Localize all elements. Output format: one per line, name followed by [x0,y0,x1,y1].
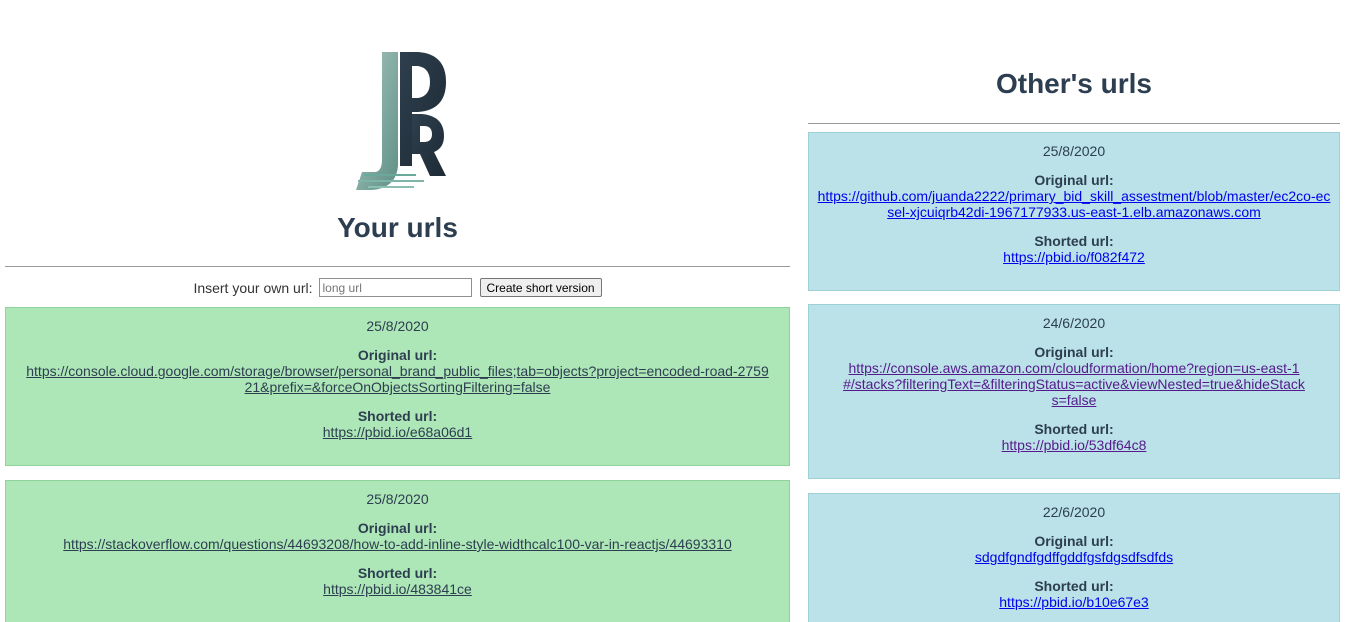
short-url-link[interactable]: https://pbid.io/f082f472 [809,249,1339,265]
other-url-card: 24/6/2020 Original url: https://console.… [808,304,1340,479]
short-url-label: Shorted url: [1034,421,1114,437]
card-date: 25/8/2020 [366,318,429,334]
create-short-version-button[interactable]: Create short version [479,278,602,297]
short-url-label: Shorted url: [1034,233,1114,249]
short-url-label: Shorted url: [357,565,438,581]
jpr-logo [350,48,450,193]
short-url-label: Shorted url: [1034,578,1114,594]
original-url-label: Original url: [1034,172,1114,188]
original-url-label: Original url: [1034,533,1114,549]
original-url-link[interactable]: https://console.cloud.google.com/storage… [6,363,789,395]
short-url-link[interactable]: https://pbid.io/53df64c8 [809,437,1339,453]
original-url-label: Original url: [1034,344,1114,360]
short-url-link[interactable]: https://pbid.io/e68a06d1 [6,424,789,440]
your-url-card: 25/8/2020 Original url: https://stackove… [5,480,790,622]
original-url-link[interactable]: sdgdfgndfgdffgddfgsfdgsdfsdfds [809,549,1339,565]
your-urls-title: Your urls [337,212,458,243]
original-url-link[interactable]: https://console.aws.amazon.com/cloudform… [809,360,1339,408]
original-url-label: Original url: [357,520,438,536]
your-url-card: 25/8/2020 Original url: https://console.… [5,307,790,466]
short-url-label: Shorted url: [357,408,438,424]
logo-graphic [356,52,446,190]
card-date: 22/6/2020 [1042,504,1106,520]
card-date: 25/8/2020 [1042,143,1106,159]
other-url-card: 22/6/2020 Original url: sdgdfgndfgdffgdd… [808,493,1340,622]
short-url-link[interactable]: https://pbid.io/b10e67e3 [809,594,1339,610]
other-url-card: 25/8/2020 Original url: https://github.c… [808,132,1340,291]
your-urls-column: Your urls Insert your own url: Create sh… [5,0,790,622]
others-urls-column: Other's urls 25/8/2020 Original url: htt… [808,0,1340,622]
card-date: 25/8/2020 [366,491,429,507]
short-url-link[interactable]: https://pbid.io/483841ce [6,581,789,597]
long-url-input[interactable] [318,278,472,297]
original-url-label: Original url: [357,347,438,363]
original-url-link[interactable]: https://github.com/juanda2222/primary_bi… [809,188,1339,220]
card-date: 24/6/2020 [1042,315,1106,331]
insert-url-label: Insert your own url: [193,279,313,296]
original-url-link[interactable]: https://stackoverflow.com/questions/4469… [6,536,789,552]
others-urls-title: Other's urls [995,68,1153,99]
others-urls-divider [808,123,1340,124]
insert-url-form: Insert your own url: Create short versio… [5,278,790,297]
your-urls-divider [5,266,790,267]
